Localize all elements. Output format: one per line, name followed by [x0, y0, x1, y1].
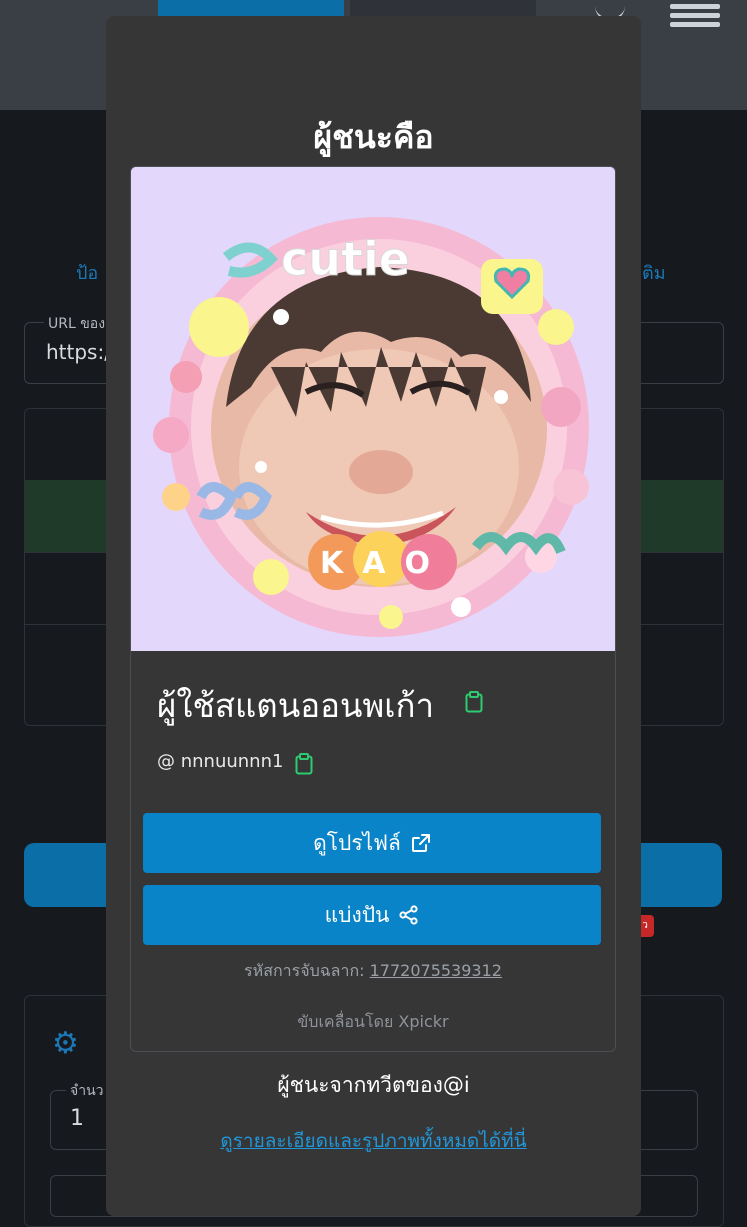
url-input-label: URL ของ — [44, 313, 110, 335]
draw-id-value[interactable]: 1772075539312 — [370, 961, 502, 980]
winner-avatar-image: cutie KAO — [131, 167, 615, 651]
winner-count-label: จำนว — [66, 1080, 108, 1102]
background-link-text: ป้อ — [76, 263, 99, 284]
draw-id-label: รหัสการจับฉลาก: — [244, 961, 365, 980]
url-input-value: https:/ — [46, 340, 111, 364]
winner-display-name: ผู้ใช้สแตนออนพเก้า — [157, 686, 434, 725]
external-link-icon — [411, 834, 430, 852]
share-icon — [399, 905, 419, 925]
winner-card: cutie KAO ผู้ใช้สแตนออนพเก้า @ nnnuunnn1… — [130, 166, 616, 1052]
draw-id-text: รหัสการจับฉลาก: 1772075539312 — [131, 959, 615, 984]
tweet-source-text: ผู้ชนะจากทวีตของ@i — [277, 1073, 470, 1097]
copy-handle-icon[interactable] — [295, 753, 313, 775]
avatar-text-kao: KAO — [320, 546, 449, 581]
avatar-text-cutie: cutie — [281, 232, 410, 286]
background-link-text: ติม — [642, 263, 666, 284]
view-profile-label: ดูโปรไฟล์ — [313, 830, 401, 855]
share-button[interactable]: แบ่งปัน — [143, 885, 601, 945]
share-label: แบ่งปัน — [324, 902, 390, 927]
winner-modal: ผู้ชนะคือ cutie KAO ผู้ใช้สแตนออนพเก้า @… — [106, 16, 641, 1216]
powered-by-text: ขับเคลื่อนโดย Xpickr — [297, 1012, 449, 1031]
hamburger-menu-icon[interactable] — [670, 0, 720, 27]
avatar-illustration: cutie KAO — [131, 167, 615, 651]
gear-icon: ⚙ — [52, 1026, 79, 1061]
view-profile-button[interactable]: ดูโปรไฟล์ — [143, 813, 601, 873]
modal-title: ผู้ชนะคือ — [313, 118, 434, 156]
winner-count-value: 1 — [70, 1106, 84, 1131]
view-details-link[interactable]: ดูรายละเอียดและรูปภาพทั้งหมดได้ที่นี่ — [106, 1126, 641, 1156]
winner-handle: @ nnnuunnn1 — [157, 751, 284, 772]
copy-name-icon[interactable] — [465, 691, 483, 713]
